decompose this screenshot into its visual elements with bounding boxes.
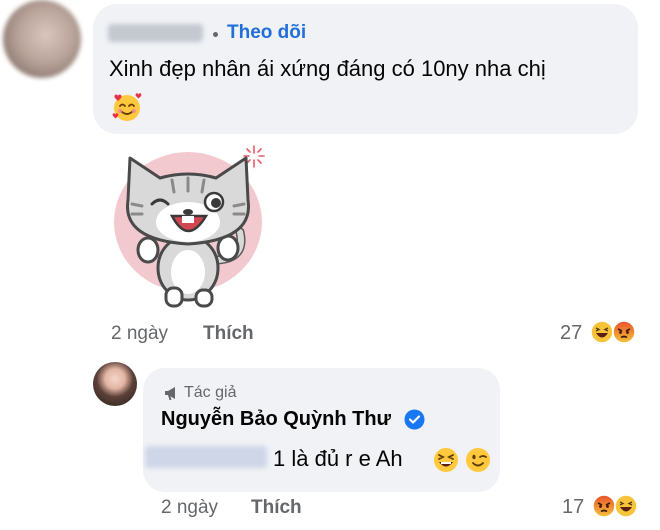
angry-reaction-icon[interactable] bbox=[612, 320, 636, 344]
verified-badge-icon bbox=[404, 409, 425, 430]
reply-timestamp[interactable]: 2 ngày bbox=[161, 497, 218, 519]
commenter-avatar[interactable] bbox=[3, 0, 81, 78]
comment-like-button[interactable]: Thích bbox=[203, 323, 254, 345]
reply-text: 1 là đủ r e Ah bbox=[273, 446, 403, 471]
author-name[interactable]: Nguyễn Bảo Quỳnh Thư bbox=[161, 408, 391, 431]
comment-timestamp[interactable]: 2 ngày bbox=[111, 323, 168, 345]
commenter-name-blurred[interactable] bbox=[108, 24, 203, 42]
smiling-face-with-hearts-icon bbox=[112, 93, 142, 121]
author-avatar[interactable] bbox=[93, 362, 137, 406]
haha-reaction-icon[interactable] bbox=[590, 320, 614, 344]
megaphone-icon bbox=[165, 387, 175, 400]
reply-like-button[interactable]: Thích bbox=[251, 497, 302, 519]
reply-reaction-count[interactable]: 17 bbox=[562, 496, 584, 519]
angry-reaction-icon[interactable] bbox=[592, 494, 616, 518]
haha-reaction-icon[interactable] bbox=[614, 494, 638, 518]
laughing-face-icon bbox=[434, 448, 458, 472]
mentioned-name-blurred[interactable] bbox=[145, 446, 267, 468]
follow-link[interactable]: Theo dõi bbox=[227, 22, 306, 44]
comment-reaction-count[interactable]: 27 bbox=[560, 322, 582, 345]
separator-dot bbox=[213, 32, 218, 37]
winking-cat-sticker[interactable] bbox=[108, 140, 280, 312]
winking-face-icon bbox=[466, 448, 490, 472]
author-badge-label: Tác giả bbox=[184, 384, 237, 401]
comment-text: Xinh đẹp nhân ái xứng đáng có 10ny nha c… bbox=[109, 56, 546, 81]
